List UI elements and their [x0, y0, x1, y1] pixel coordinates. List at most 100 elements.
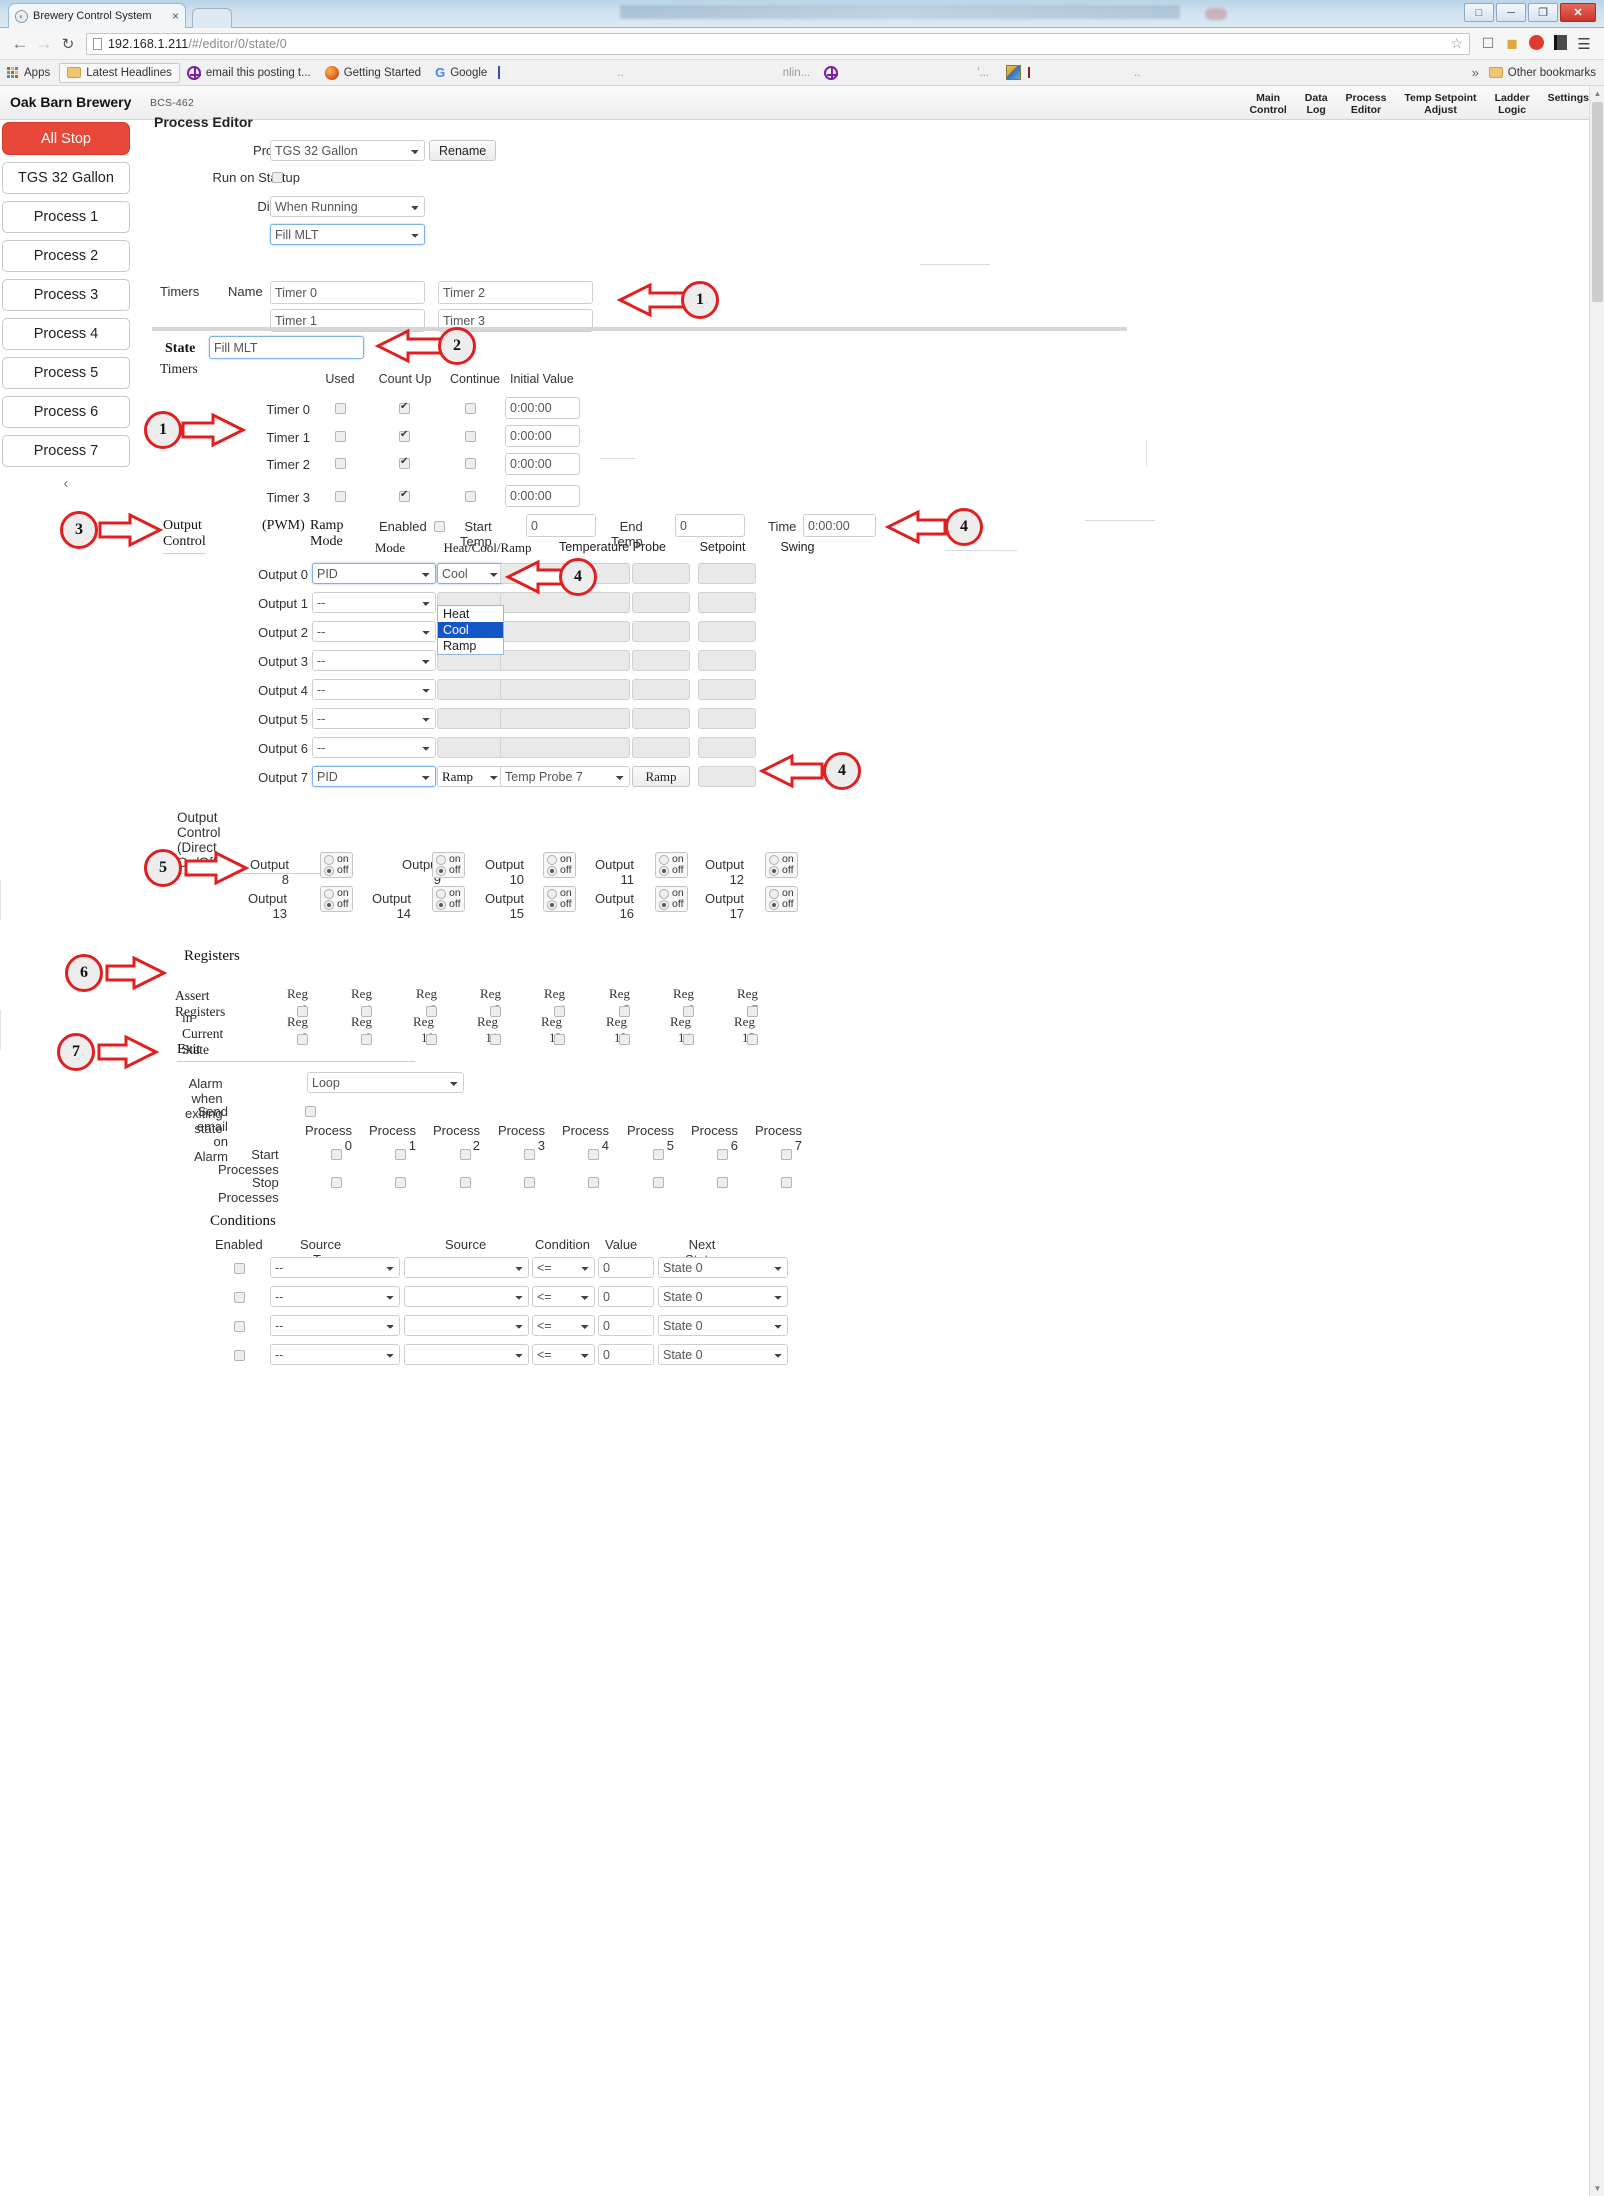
heat-cool-ramp-dropdown-list[interactable]: Heat Cool Ramp: [437, 605, 504, 655]
output-12-off-radio[interactable]: [769, 865, 779, 876]
output-17-toggle[interactable]: on off: [765, 886, 798, 912]
output-3-swing-input[interactable]: [698, 650, 756, 671]
sidebar-item-process-1[interactable]: Process 1: [2, 201, 130, 233]
output-5-mode-select[interactable]: --: [312, 708, 436, 729]
condition-3-enabled-checkbox[interactable]: [234, 1350, 245, 1361]
output-7-probe-select[interactable]: Temp Probe 7: [500, 766, 630, 787]
output-2-probe-select[interactable]: [500, 621, 630, 642]
output-6-mode-select[interactable]: --: [312, 737, 436, 758]
browser-tab[interactable]: ◐ Brewery Control System ×: [8, 3, 186, 28]
start-process-6-checkbox[interactable]: [717, 1149, 728, 1160]
timer-3-continue-checkbox[interactable]: [465, 491, 476, 502]
stop-process-5-checkbox[interactable]: [653, 1177, 664, 1188]
output-6-swing-input[interactable]: [698, 737, 756, 758]
bookmarks-overflow-icon[interactable]: »: [1472, 65, 1479, 80]
other-bookmarks-label[interactable]: Other bookmarks: [1508, 67, 1596, 79]
end-temp-input[interactable]: [675, 514, 745, 537]
bookmark-email-this-posting[interactable]: email this posting t...: [180, 63, 318, 83]
output-9-toggle[interactable]: on off: [432, 852, 465, 878]
output-11-toggle[interactable]: on off: [655, 852, 688, 878]
sidebar-item-process-7[interactable]: Process 7: [2, 435, 130, 467]
output-0-hcr-select[interactable]: Cool: [437, 563, 504, 584]
bookmark-latest-headlines[interactable]: Latest Headlines: [59, 62, 180, 83]
stop-process-6-checkbox[interactable]: [717, 1177, 728, 1188]
window-user-button[interactable]: □: [1464, 3, 1494, 22]
condition-2-condition-select[interactable]: <=: [532, 1315, 595, 1336]
timer-0-initial-input[interactable]: [505, 397, 580, 419]
output-1-swing-input[interactable]: [698, 592, 756, 613]
bookmark-getting-started[interactable]: Getting Started: [318, 63, 428, 83]
output-14-on-radio[interactable]: [436, 888, 446, 899]
sidebar-item-process-5[interactable]: Process 5: [2, 357, 130, 389]
timer-3-initial-input[interactable]: [505, 485, 580, 507]
output-2-mode-select[interactable]: --: [312, 621, 436, 642]
timer-2-count-up-checkbox[interactable]: [399, 456, 410, 469]
condition-0-enabled-checkbox[interactable]: [234, 1263, 245, 1274]
window-controls[interactable]: □ ─ ❐ ✕: [1464, 3, 1596, 22]
output-16-off-radio[interactable]: [659, 899, 669, 910]
bookmark-google[interactable]: G Google: [428, 63, 494, 83]
stop-process-7-checkbox[interactable]: [781, 1177, 792, 1188]
timer-1-used-checkbox[interactable]: [335, 431, 346, 442]
reg-11-checkbox[interactable]: [490, 1034, 501, 1045]
scroll-down-icon[interactable]: ▼: [1590, 2181, 1604, 2196]
reg-15-checkbox[interactable]: [747, 1034, 758, 1045]
page-scrollbar[interactable]: ▲ ▼: [1589, 86, 1604, 2196]
timer-1-count-up-checkbox[interactable]: [399, 429, 410, 442]
condition-3-source-type-select[interactable]: --: [270, 1344, 400, 1365]
stop-process-2-checkbox[interactable]: [460, 1177, 471, 1188]
bookmark-apps[interactable]: Apps: [0, 63, 57, 83]
condition-2-next-state-select[interactable]: State 0: [658, 1315, 788, 1336]
output-14-toggle[interactable]: on off: [432, 886, 465, 912]
bookmark-faint-1[interactable]: ..: [610, 63, 630, 83]
rename-button[interactable]: Rename: [429, 140, 497, 161]
bookmark-star-icon[interactable]: ☆: [1450, 35, 1463, 52]
output-3-probe-select[interactable]: [500, 650, 630, 671]
output-6-probe-select[interactable]: [500, 737, 630, 758]
start-process-0-checkbox[interactable]: [331, 1149, 342, 1160]
bookmark-image-favicon[interactable]: [996, 63, 1037, 83]
bookmark-faint-2[interactable]: nlin...: [776, 63, 818, 83]
timer-2-initial-input[interactable]: [505, 453, 580, 475]
all-stop-button[interactable]: All Stop: [2, 122, 130, 155]
reg-14-checkbox[interactable]: [683, 1034, 694, 1045]
output-12-on-radio[interactable]: [769, 854, 779, 865]
condition-1-value-input[interactable]: [598, 1286, 654, 1307]
output-5-swing-input[interactable]: [698, 708, 756, 729]
output-5-probe-select[interactable]: [500, 708, 630, 729]
output-8-toggle[interactable]: on off: [320, 852, 353, 878]
tab-close-icon[interactable]: ×: [172, 9, 179, 23]
output-6-hcr-select[interactable]: [437, 737, 504, 758]
timer-0-used-checkbox[interactable]: [335, 403, 346, 414]
scroll-up-icon[interactable]: ▲: [1590, 86, 1604, 101]
timer-name-2-input[interactable]: [438, 281, 593, 304]
output-7-swing-input[interactable]: [698, 766, 756, 787]
stop-process-4-checkbox[interactable]: [588, 1177, 599, 1188]
condition-0-source-type-select[interactable]: --: [270, 1257, 400, 1278]
output-14-off-radio[interactable]: [436, 899, 446, 910]
output-15-on-radio[interactable]: [547, 888, 557, 899]
condition-0-next-state-select[interactable]: State 0: [658, 1257, 788, 1278]
output-10-on-radio[interactable]: [547, 854, 557, 865]
bookmark-faint-4[interactable]: ..: [1127, 63, 1147, 83]
output-3-setpoint-input[interactable]: [632, 650, 690, 671]
stop-process-3-checkbox[interactable]: [524, 1177, 535, 1188]
ramp-enabled-checkbox[interactable]: [434, 521, 445, 532]
adblock-extension-icon[interactable]: [1524, 34, 1548, 53]
output-6-setpoint-input[interactable]: [632, 737, 690, 758]
condition-1-enabled-checkbox[interactable]: [234, 1292, 245, 1303]
run-on-startup-checkbox[interactable]: [272, 172, 283, 183]
window-maximize-button[interactable]: ❐: [1528, 3, 1558, 22]
start-process-7-checkbox[interactable]: [781, 1149, 792, 1160]
sidebar-item-tgs-32-gallon[interactable]: TGS 32 Gallon: [2, 162, 130, 194]
output-5-hcr-select[interactable]: [437, 708, 504, 729]
display-select[interactable]: When Running: [270, 196, 425, 217]
output-11-off-radio[interactable]: [659, 865, 669, 876]
nav-main-control[interactable]: Main Control: [1240, 89, 1295, 119]
output-8-on-radio[interactable]: [324, 854, 334, 865]
state-select[interactable]: Fill MLT: [270, 224, 425, 245]
browser-menu-icon[interactable]: ☰: [1572, 35, 1596, 53]
output-4-hcr-select[interactable]: [437, 679, 504, 700]
nav-ladder-logic[interactable]: Ladder Logic: [1486, 89, 1539, 119]
output-13-toggle[interactable]: on off: [320, 886, 353, 912]
